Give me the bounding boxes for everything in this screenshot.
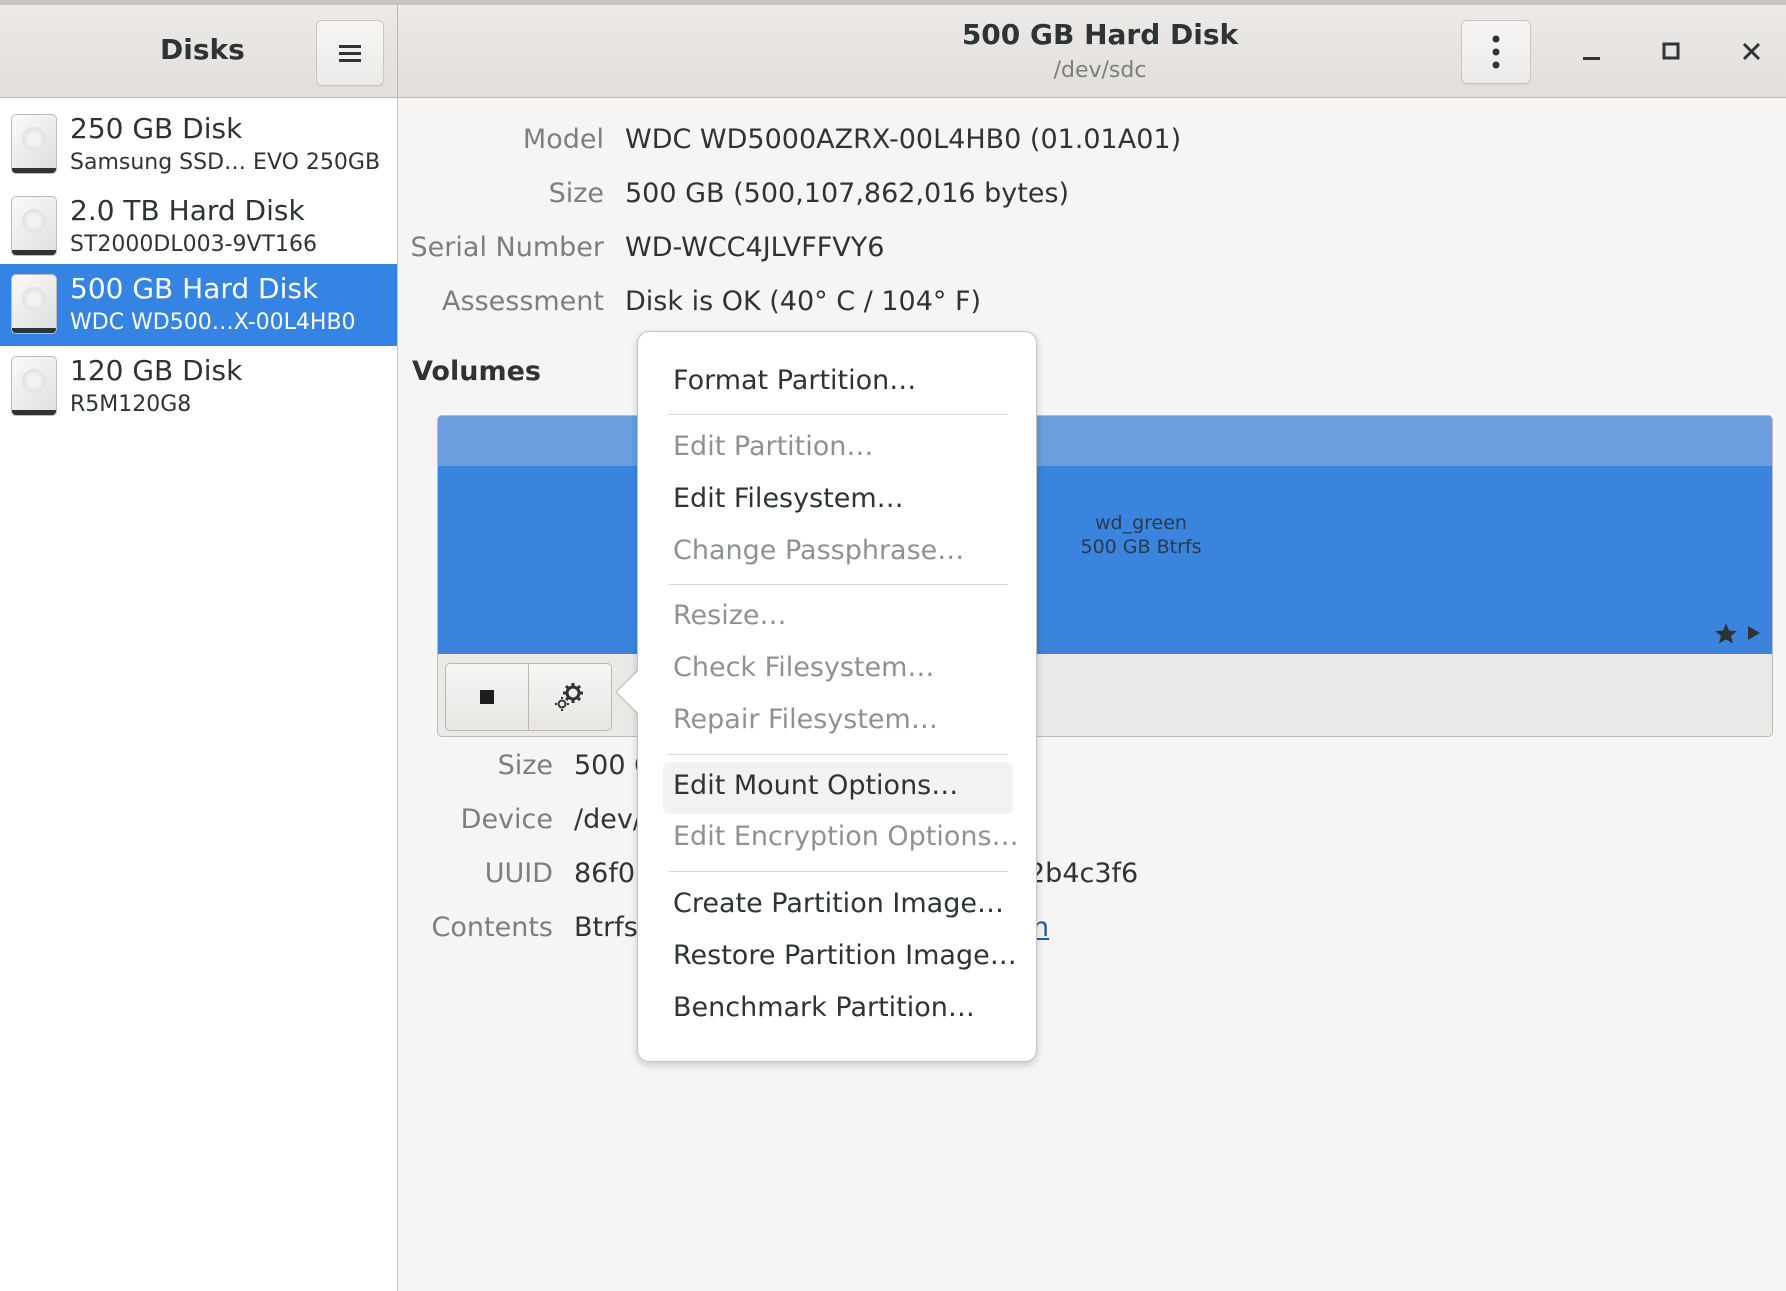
model-label: Model bbox=[522, 124, 604, 155]
menu-item-edit-mount-options[interactable]: Edit Mount Options… bbox=[673, 770, 958, 801]
serial-label: Serial Number bbox=[410, 232, 604, 263]
menu-item-create-partition-image[interactable]: Create Partition Image… bbox=[673, 888, 1004, 919]
disk-title: 2.0 TB Hard Disk bbox=[70, 194, 305, 227]
gears-icon bbox=[555, 683, 583, 711]
disk-subtitle: Samsung SSD… EVO 250GB bbox=[70, 150, 381, 175]
size-label: Size bbox=[548, 178, 604, 209]
hamburger-menu-icon bbox=[339, 45, 361, 62]
unmount-button[interactable] bbox=[445, 663, 529, 731]
menu-item-check-filesystem[interactable]: Check Filesystem… bbox=[673, 652, 934, 683]
uuid-label: UUID bbox=[484, 858, 553, 889]
minimize-button[interactable] bbox=[1580, 40, 1604, 64]
menu-item-benchmark-partition[interactable]: Benchmark Partition… bbox=[673, 992, 975, 1023]
disk-title: 120 GB Disk bbox=[70, 354, 243, 387]
play-icon bbox=[1748, 626, 1760, 640]
disk-title: 500 GB Hard Disk bbox=[70, 272, 319, 305]
disk-menu-button[interactable] bbox=[1461, 20, 1531, 84]
disk-list-item-selected[interactable]: 500 GB Hard Disk WDC WD500…X-00L4HB0 bbox=[0, 264, 397, 346]
assessment-value: Disk is OK (40° C / 104° F) bbox=[625, 286, 982, 317]
disk-subtitle: R5M120G8 bbox=[70, 392, 192, 417]
window-subtitle: /dev/sdc bbox=[1053, 58, 1147, 83]
kebab-menu-icon bbox=[1492, 35, 1500, 69]
hard-disk-icon bbox=[11, 274, 57, 334]
model-value: WDC WD5000AZRX-00L4HB0 (01.01A01) bbox=[625, 124, 1182, 155]
assessment-label: Assessment bbox=[442, 286, 604, 317]
volumes-heading: Volumes bbox=[412, 356, 541, 387]
app-menu-button[interactable] bbox=[316, 20, 384, 86]
disk-list-item[interactable]: 250 GB Disk Samsung SSD… EVO 250GB bbox=[0, 104, 397, 186]
disk-list-item[interactable]: 2.0 TB Hard Disk ST2000DL003-9VT166 bbox=[0, 186, 397, 268]
serial-value: WD-WCC4JLVFFVY6 bbox=[625, 232, 885, 263]
maximize-button[interactable] bbox=[1660, 40, 1684, 64]
menu-item-restore-partition-image[interactable]: Restore Partition Image… bbox=[673, 940, 1017, 971]
contents-value: Btrfs bbox=[574, 912, 638, 943]
minimize-icon bbox=[1583, 57, 1600, 60]
close-button[interactable] bbox=[1740, 40, 1764, 64]
disk-title: 250 GB Disk bbox=[70, 112, 243, 145]
menu-separator bbox=[668, 754, 1008, 755]
partition-settings-button[interactable] bbox=[528, 663, 612, 731]
hard-disk-icon bbox=[11, 196, 57, 256]
hard-disk-icon bbox=[11, 356, 57, 416]
menu-item-format-partition[interactable]: Format Partition… bbox=[673, 365, 916, 396]
close-icon bbox=[1742, 42, 1761, 61]
device-label: Device bbox=[460, 804, 553, 835]
window-title: 500 GB Hard Disk bbox=[961, 18, 1239, 51]
star-icon bbox=[1715, 623, 1737, 644]
disk-list-sidebar: 250 GB Disk Samsung SSD… EVO 250GB 2.0 T… bbox=[0, 98, 398, 1291]
device-value: /dev/ bbox=[574, 804, 642, 835]
partition-context-menu: Format Partition… Edit Partition… Edit F… bbox=[637, 331, 1037, 1062]
volume-toolbar bbox=[445, 663, 612, 731]
menu-item-edit-partition[interactable]: Edit Partition… bbox=[673, 431, 873, 462]
menu-item-edit-encryption-options[interactable]: Edit Encryption Options… bbox=[673, 821, 1019, 852]
uuid-value: 86f0 bbox=[574, 858, 636, 889]
disk-subtitle: ST2000DL003-9VT166 bbox=[70, 232, 317, 257]
uuid-value-tail: 2b4c3f6 bbox=[1028, 858, 1139, 889]
volume-size-label: Size bbox=[497, 750, 553, 781]
size-value: 500 GB (500,107,862,016 bytes) bbox=[625, 178, 1070, 209]
menu-item-resize[interactable]: Resize… bbox=[673, 600, 787, 631]
hard-disk-icon bbox=[11, 114, 57, 174]
menu-item-repair-filesystem[interactable]: Repair Filesystem… bbox=[673, 704, 938, 735]
disk-subtitle: WDC WD500…X-00L4HB0 bbox=[70, 310, 356, 335]
menu-separator bbox=[668, 414, 1008, 415]
menu-separator bbox=[668, 871, 1008, 872]
maximize-icon bbox=[1662, 42, 1680, 60]
menu-item-change-passphrase[interactable]: Change Passphrase… bbox=[673, 535, 964, 566]
menu-item-edit-filesystem[interactable]: Edit Filesystem… bbox=[673, 483, 904, 514]
app-title: Disks bbox=[160, 33, 245, 66]
popover-arrow-fill bbox=[617, 671, 638, 713]
contents-label: Contents bbox=[431, 912, 553, 943]
stop-icon bbox=[480, 690, 494, 704]
sidebar-header: Disks bbox=[0, 5, 398, 98]
disk-list-item[interactable]: 120 GB Disk R5M120G8 bbox=[0, 346, 397, 428]
menu-separator bbox=[668, 584, 1008, 585]
